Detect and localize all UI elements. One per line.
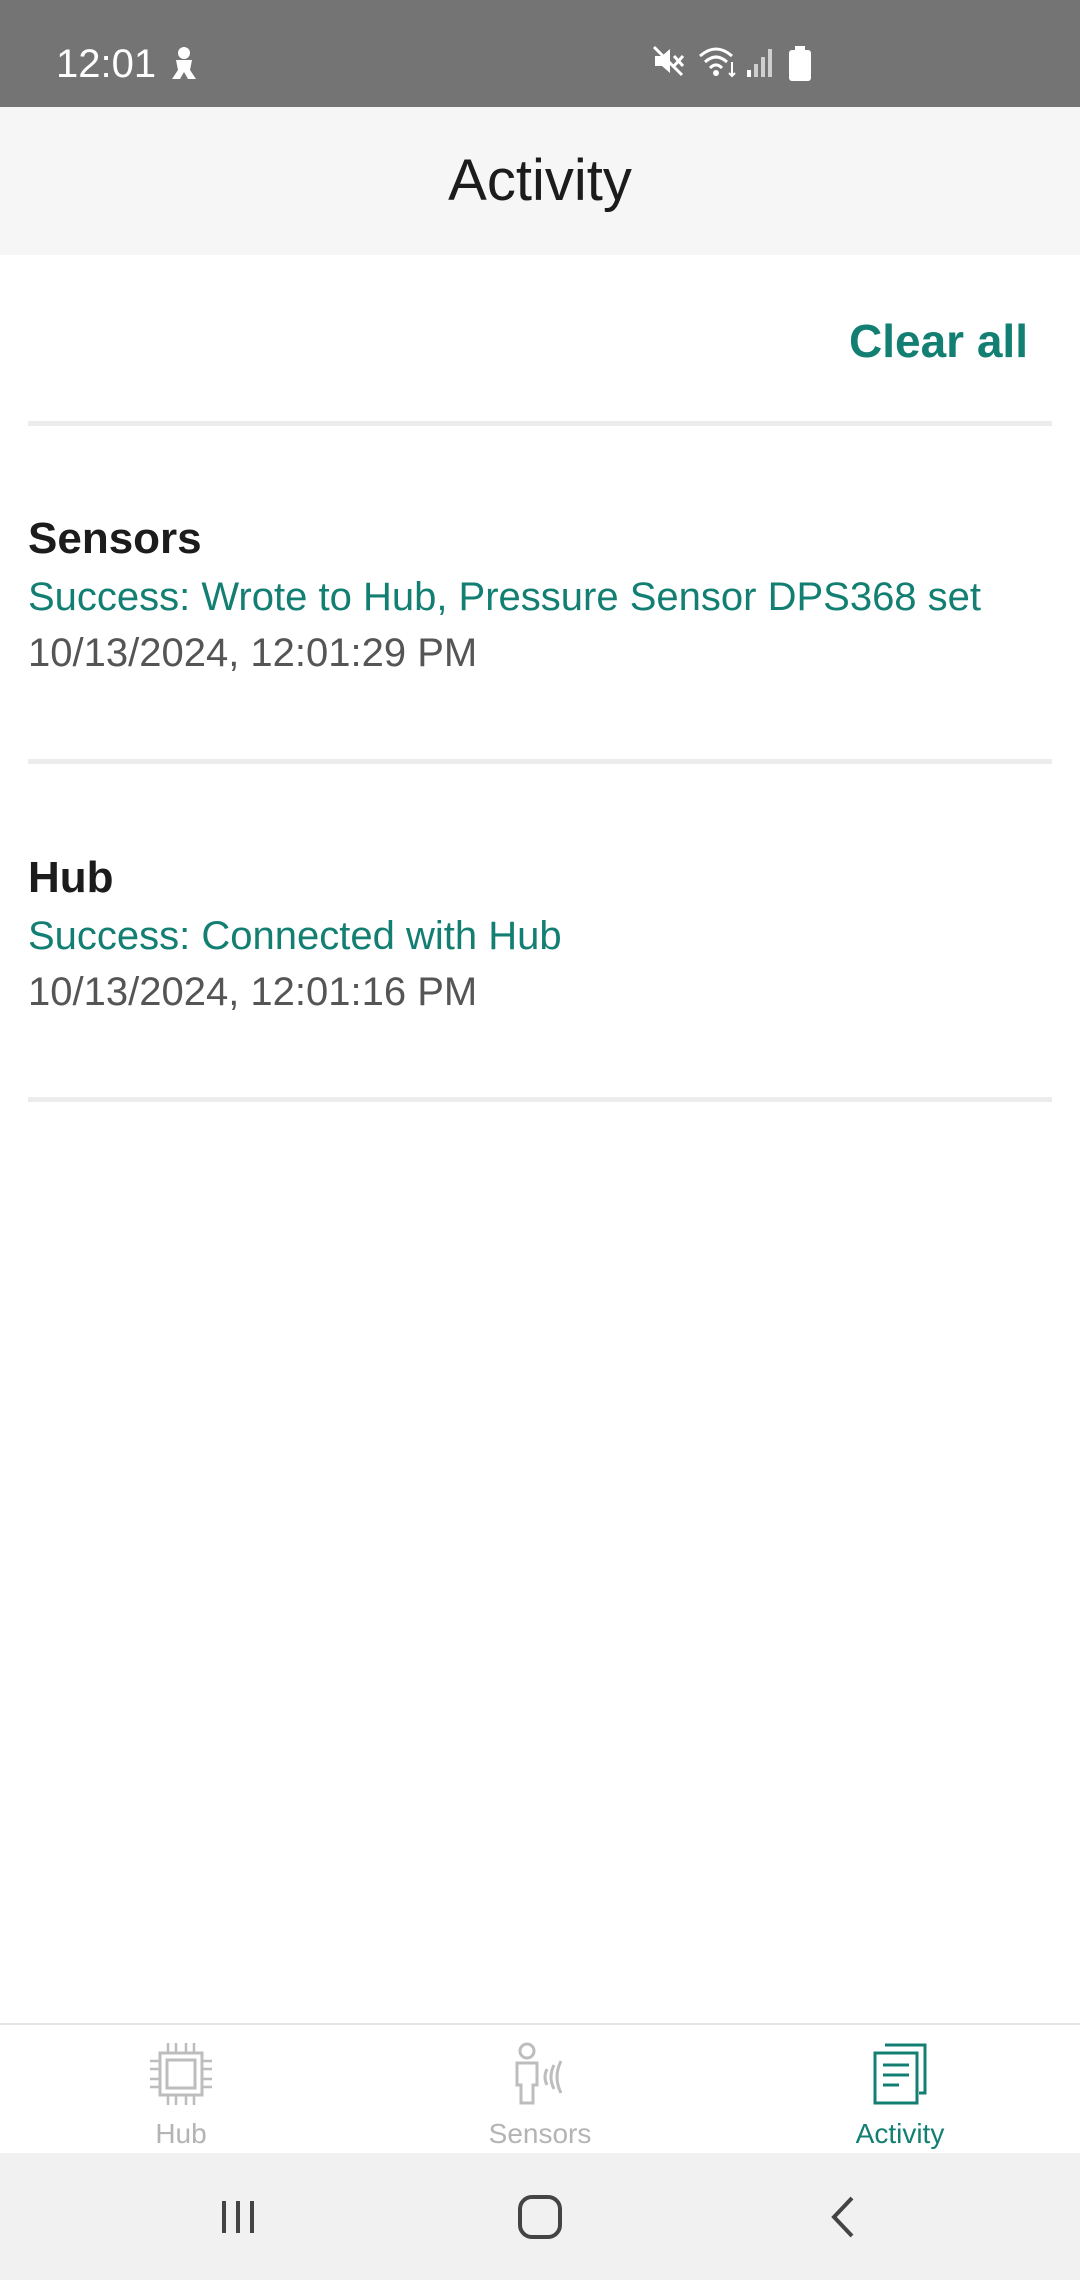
tab-sensors[interactable]: Sensors (440, 2025, 640, 2155)
activity-item-category: Hub (28, 853, 114, 902)
tab-hub[interactable]: Hub (81, 2025, 281, 2155)
document-icon (873, 2043, 927, 2105)
divider (28, 1097, 1052, 1102)
signal-icon (746, 44, 776, 78)
system-nav-bar (0, 2153, 1080, 2280)
activity-item-timestamp: 10/13/2024, 12:01:29 PM (28, 631, 478, 675)
person-notification-icon (168, 46, 200, 82)
back-button[interactable] (783, 2153, 903, 2280)
tab-label: Activity (855, 2118, 945, 2149)
activity-item-timestamp: 10/13/2024, 12:01:16 PM (28, 970, 478, 1014)
tab-label: Hub (155, 2118, 207, 2149)
status-bar: 12:01 (0, 0, 1080, 107)
wifi-icon (698, 44, 738, 78)
divider (28, 759, 1052, 764)
mute-icon (652, 44, 686, 78)
person-sensor-icon (515, 2042, 563, 2105)
bottom-tab-bar: Hub Sensors Activity (0, 2023, 1080, 2153)
tab-activity[interactable]: Activity (800, 2025, 1000, 2155)
battery-icon (788, 46, 812, 82)
activity-item-message: Success: Connected with Hub (28, 914, 562, 958)
home-button[interactable] (480, 2153, 600, 2280)
activity-item: Hub Success: Connected with Hub 10/13/20… (28, 852, 1052, 1018)
recents-button[interactable] (178, 2153, 298, 2280)
activity-item: Sensors Success: Wrote to Hub, Pressure … (28, 513, 1052, 679)
activity-item-category: Sensors (28, 514, 202, 563)
page-title: Activity (448, 148, 632, 213)
app-header: Activity (0, 107, 1080, 255)
divider (28, 421, 1052, 426)
chip-icon (150, 2043, 212, 2105)
home-icon (518, 2194, 562, 2239)
tab-label: Sensors (488, 2118, 592, 2149)
recents-icon (222, 2200, 254, 2233)
status-time: 12:01 (56, 42, 157, 86)
activity-screen: 12:01 Activity Clear all Sensors Success… (0, 0, 1080, 2280)
activity-item-message: Success: Wrote to Hub, Pressure Sensor D… (28, 575, 982, 619)
back-icon (831, 2196, 854, 2237)
clear-all-button[interactable]: Clear all (849, 313, 1028, 369)
